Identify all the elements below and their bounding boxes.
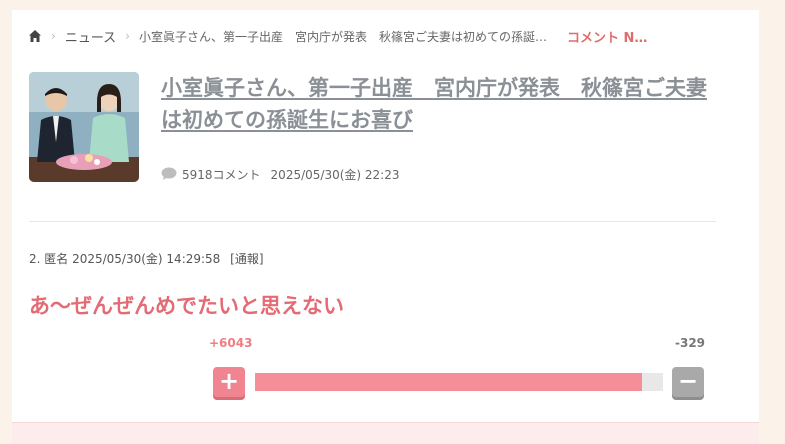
comment-count[interactable]: 5918コメント (182, 166, 261, 183)
vote-ratio-bar (255, 373, 663, 391)
breadcrumb-news-link[interactable]: ニュース (65, 27, 116, 46)
minus-vote-button[interactable]: − (672, 367, 704, 397)
comment-body: あ～ぜんぜんめでたいと思えない (29, 294, 344, 318)
vote-ratio-fill (255, 373, 642, 391)
speech-bubble-icon (161, 167, 177, 181)
report-link[interactable]: [通報] (230, 252, 263, 266)
article-date: 2025/05/30(金) 22:23 (270, 167, 400, 182)
breadcrumb-comment-link[interactable]: コメント N… (567, 27, 647, 46)
divider (29, 221, 716, 222)
plus-vote-button[interactable]: + (213, 367, 245, 397)
minus-vote-count: -329 (675, 336, 706, 350)
next-comment-strip (12, 422, 759, 444)
comment-number-author-date: 2. 匿名 2025/05/30(金) 14:29:58 (29, 252, 221, 266)
breadcrumb-article-link[interactable]: 小室眞子さん、第一子出産 宮内庁が発表 秋篠宮ご夫妻は初めての孫誕… (139, 28, 547, 45)
chevron-right-icon: › (51, 29, 56, 43)
breadcrumb: › ニュース › 小室眞子さん、第一子出産 宮内庁が発表 秋篠宮ご夫妻は初めての… (28, 26, 728, 46)
article-title[interactable]: 小室眞子さん、第一子出産 宮内庁が発表 秋篠宮ご夫妻は初めての孫誕生にお喜び (161, 72, 721, 136)
comment-header: 2. 匿名 2025/05/30(金) 14:29:58 [通報] (29, 250, 264, 267)
article-meta: 5918コメント 2025/05/30(金) 22:23 (161, 165, 399, 183)
home-icon[interactable] (28, 29, 42, 43)
plus-vote-count: +6043 (209, 336, 253, 350)
chevron-right-icon: › (125, 29, 130, 43)
article-thumbnail[interactable] (29, 72, 139, 182)
